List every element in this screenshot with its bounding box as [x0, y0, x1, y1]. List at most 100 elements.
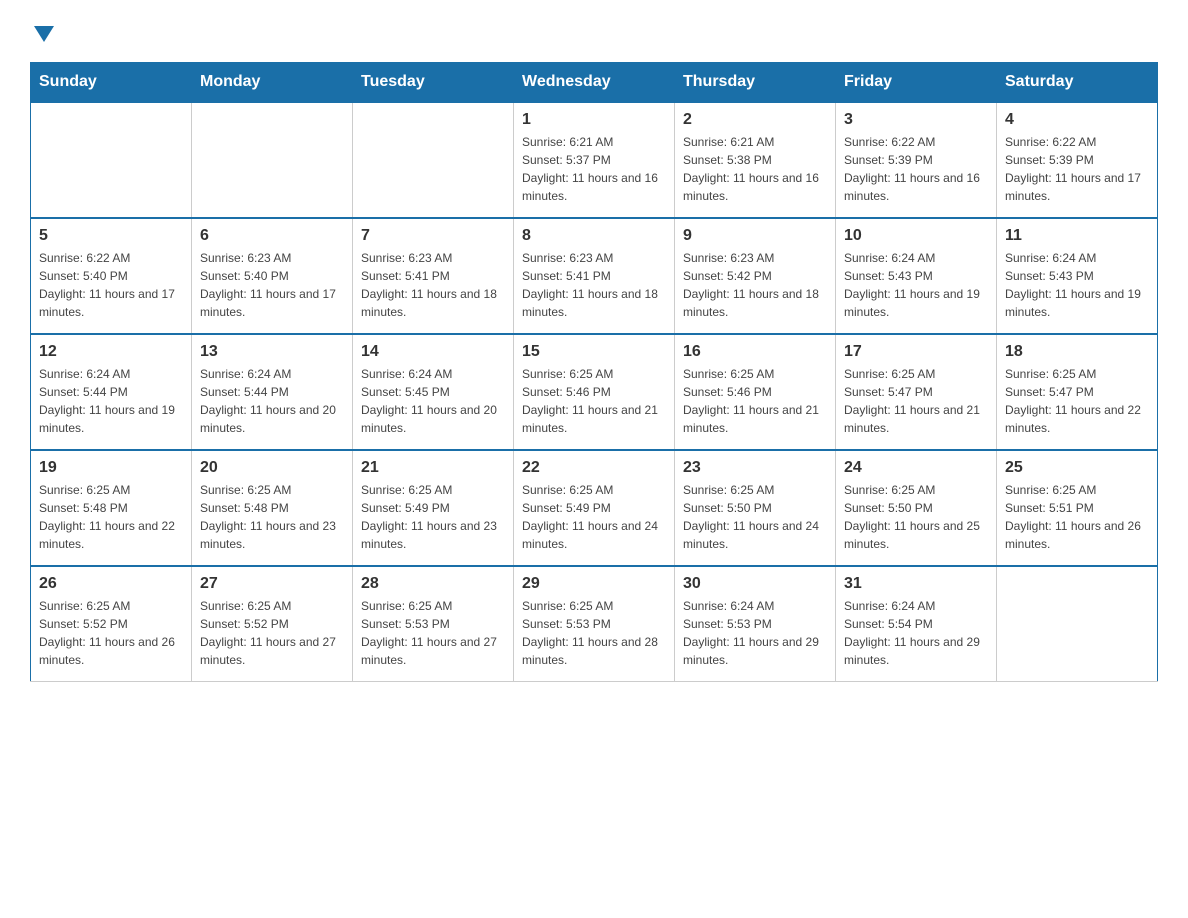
- day-number: 13: [200, 343, 344, 361]
- day-number: 16: [683, 343, 827, 361]
- calendar-day-cell: 15Sunrise: 6:25 AM Sunset: 5:46 PM Dayli…: [514, 334, 675, 450]
- weekday-header-saturday: Saturday: [997, 63, 1158, 103]
- day-info: Sunrise: 6:25 AM Sunset: 5:48 PM Dayligh…: [39, 481, 183, 553]
- calendar-day-cell: 31 Sunrise: 6:24 AM Sunset: 5:54 PM Dayli…: [836, 566, 997, 682]
- day-info: Sunrise: 6:25 AM Sunset: 5:50 PM Dayligh…: [844, 481, 988, 553]
- day-info: Sunrise: 6:25 AM Sunset: 5:47 PM Dayligh…: [1005, 365, 1149, 437]
- calendar-table: SundayMondayTuesdayWednesdayThursdayFrid…: [30, 62, 1158, 682]
- day-number: 23: [683, 459, 827, 477]
- day-info: Sunrise: 6:21 AM Sunset: 5:38 PM Dayligh…: [683, 133, 827, 205]
- weekday-header-monday: Monday: [192, 63, 353, 103]
- day-info: Sunrise: 6:22 AM Sunset: 5:40 PM Dayligh…: [39, 249, 183, 321]
- calendar-day-cell: 4 Sunrise: 6:22 AM Sunset: 5:39 PM Daylig…: [997, 102, 1158, 218]
- day-info: Sunrise: 6:25 AM Sunset: 5:53 PM Dayligh…: [522, 597, 666, 669]
- calendar-day-cell: 24 Sunrise: 6:25 AM Sunset: 5:50 PM Dayli…: [836, 450, 997, 566]
- calendar-day-cell: 5 Sunrise: 6:22 AM Sunset: 5:40 PM Daylig…: [31, 218, 192, 334]
- calendar-day-cell: 26Sunrise: 6:25 AM Sunset: 5:52 PM Dayli…: [31, 566, 192, 682]
- day-info: Sunrise: 6:25 AM Sunset: 5:50 PM Dayligh…: [683, 481, 827, 553]
- calendar-day-cell: 30 Sunrise: 6:24 AM Sunset: 5:53 PM Dayli…: [675, 566, 836, 682]
- day-info: Sunrise: 6:24 AM Sunset: 5:43 PM Dayligh…: [844, 249, 988, 321]
- day-info: Sunrise: 6:23 AM Sunset: 5:41 PM Dayligh…: [361, 249, 505, 321]
- day-number: 5: [39, 227, 183, 245]
- calendar-day-cell: 13 Sunrise: 6:24 AM Sunset: 5:44 PM Dayli…: [192, 334, 353, 450]
- calendar-day-cell: 14 Sunrise: 6:24 AM Sunset: 5:45 PM Dayli…: [353, 334, 514, 450]
- calendar-day-cell: 9 Sunrise: 6:23 AM Sunset: 5:42 PM Daylig…: [675, 218, 836, 334]
- calendar-body: 1Sunrise: 6:21 AM Sunset: 5:37 PM Daylig…: [31, 102, 1158, 682]
- day-info: Sunrise: 6:22 AM Sunset: 5:39 PM Dayligh…: [1005, 133, 1149, 205]
- calendar-day-cell: [353, 102, 514, 218]
- day-number: 11: [1005, 227, 1149, 245]
- calendar-header: SundayMondayTuesdayWednesdayThursdayFrid…: [31, 63, 1158, 103]
- day-number: 14: [361, 343, 505, 361]
- day-info: Sunrise: 6:24 AM Sunset: 5:53 PM Dayligh…: [683, 597, 827, 669]
- day-number: 4: [1005, 111, 1149, 129]
- day-number: 12: [39, 343, 183, 361]
- calendar-day-cell: 17 Sunrise: 6:25 AM Sunset: 5:47 PM Dayli…: [836, 334, 997, 450]
- logo: [30, 20, 54, 42]
- calendar-day-cell: 11 Sunrise: 6:24 AM Sunset: 5:43 PM Dayli…: [997, 218, 1158, 334]
- calendar-day-cell: 16 Sunrise: 6:25 AM Sunset: 5:46 PM Dayli…: [675, 334, 836, 450]
- calendar-day-cell: 7 Sunrise: 6:23 AM Sunset: 5:41 PM Daylig…: [353, 218, 514, 334]
- calendar-day-cell: [31, 102, 192, 218]
- calendar-day-cell: 27Sunrise: 6:25 AM Sunset: 5:52 PM Dayli…: [192, 566, 353, 682]
- day-number: 10: [844, 227, 988, 245]
- day-number: 25: [1005, 459, 1149, 477]
- calendar-day-cell: 12Sunrise: 6:24 AM Sunset: 5:44 PM Dayli…: [31, 334, 192, 450]
- day-info: Sunrise: 6:24 AM Sunset: 5:54 PM Dayligh…: [844, 597, 988, 669]
- day-info: Sunrise: 6:25 AM Sunset: 5:49 PM Dayligh…: [361, 481, 505, 553]
- calendar-day-cell: 22 Sunrise: 6:25 AM Sunset: 5:49 PM Dayli…: [514, 450, 675, 566]
- day-number: 19: [39, 459, 183, 477]
- calendar-day-cell: 3Sunrise: 6:22 AM Sunset: 5:39 PM Daylig…: [836, 102, 997, 218]
- day-info: Sunrise: 6:25 AM Sunset: 5:48 PM Dayligh…: [200, 481, 344, 553]
- day-info: Sunrise: 6:25 AM Sunset: 5:49 PM Dayligh…: [522, 481, 666, 553]
- logo-arrow-icon: [34, 26, 54, 42]
- calendar-day-cell: 25Sunrise: 6:25 AM Sunset: 5:51 PM Dayli…: [997, 450, 1158, 566]
- calendar-week-row: 5 Sunrise: 6:22 AM Sunset: 5:40 PM Daylig…: [31, 218, 1158, 334]
- weekday-header-friday: Friday: [836, 63, 997, 103]
- day-number: 30: [683, 575, 827, 593]
- calendar-day-cell: 21 Sunrise: 6:25 AM Sunset: 5:49 PM Dayli…: [353, 450, 514, 566]
- calendar-day-cell: 23 Sunrise: 6:25 AM Sunset: 5:50 PM Dayli…: [675, 450, 836, 566]
- day-number: 15: [522, 343, 666, 361]
- day-info: Sunrise: 6:23 AM Sunset: 5:40 PM Dayligh…: [200, 249, 344, 321]
- calendar-week-row: 19 Sunrise: 6:25 AM Sunset: 5:48 PM Dayli…: [31, 450, 1158, 566]
- day-number: 20: [200, 459, 344, 477]
- day-number: 6: [200, 227, 344, 245]
- day-info: Sunrise: 6:24 AM Sunset: 5:45 PM Dayligh…: [361, 365, 505, 437]
- calendar-day-cell: 8Sunrise: 6:23 AM Sunset: 5:41 PM Daylig…: [514, 218, 675, 334]
- day-number: 18: [1005, 343, 1149, 361]
- day-info: Sunrise: 6:25 AM Sunset: 5:47 PM Dayligh…: [844, 365, 988, 437]
- calendar-week-row: 26Sunrise: 6:25 AM Sunset: 5:52 PM Dayli…: [31, 566, 1158, 682]
- day-number: 22: [522, 459, 666, 477]
- calendar-day-cell: 19 Sunrise: 6:25 AM Sunset: 5:48 PM Dayli…: [31, 450, 192, 566]
- calendar-day-cell: [997, 566, 1158, 682]
- day-info: Sunrise: 6:25 AM Sunset: 5:53 PM Dayligh…: [361, 597, 505, 669]
- day-number: 31: [844, 575, 988, 593]
- weekday-header-row: SundayMondayTuesdayWednesdayThursdayFrid…: [31, 63, 1158, 103]
- day-info: Sunrise: 6:23 AM Sunset: 5:42 PM Dayligh…: [683, 249, 827, 321]
- day-number: 17: [844, 343, 988, 361]
- day-info: Sunrise: 6:24 AM Sunset: 5:43 PM Dayligh…: [1005, 249, 1149, 321]
- day-number: 9: [683, 227, 827, 245]
- day-number: 24: [844, 459, 988, 477]
- calendar-day-cell: 18 Sunrise: 6:25 AM Sunset: 5:47 PM Dayli…: [997, 334, 1158, 450]
- day-number: 7: [361, 227, 505, 245]
- calendar-day-cell: 20 Sunrise: 6:25 AM Sunset: 5:48 PM Dayli…: [192, 450, 353, 566]
- page-header: [30, 20, 1158, 42]
- day-info: Sunrise: 6:25 AM Sunset: 5:46 PM Dayligh…: [683, 365, 827, 437]
- calendar-day-cell: 10 Sunrise: 6:24 AM Sunset: 5:43 PM Dayli…: [836, 218, 997, 334]
- calendar-week-row: 1Sunrise: 6:21 AM Sunset: 5:37 PM Daylig…: [31, 102, 1158, 218]
- calendar-day-cell: 29Sunrise: 6:25 AM Sunset: 5:53 PM Dayli…: [514, 566, 675, 682]
- weekday-header-sunday: Sunday: [31, 63, 192, 103]
- day-info: Sunrise: 6:21 AM Sunset: 5:37 PM Dayligh…: [522, 133, 666, 205]
- day-number: 27: [200, 575, 344, 593]
- day-info: Sunrise: 6:24 AM Sunset: 5:44 PM Dayligh…: [200, 365, 344, 437]
- calendar-day-cell: 28Sunrise: 6:25 AM Sunset: 5:53 PM Dayli…: [353, 566, 514, 682]
- day-number: 8: [522, 227, 666, 245]
- weekday-header-thursday: Thursday: [675, 63, 836, 103]
- day-number: 21: [361, 459, 505, 477]
- calendar-week-row: 12 Sunrise: 6:24 AM Sunset: 5:44 PM Dayli…: [31, 334, 1158, 450]
- calendar-day-cell: 2Sunrise: 6:21 AM Sunset: 5:38 PM Daylig…: [675, 102, 836, 218]
- day-info: Sunrise: 6:25 AM Sunset: 5:52 PM Dayligh…: [39, 597, 183, 669]
- calendar-day-cell: 6 Sunrise: 6:23 AM Sunset: 5:40 PM Daylig…: [192, 218, 353, 334]
